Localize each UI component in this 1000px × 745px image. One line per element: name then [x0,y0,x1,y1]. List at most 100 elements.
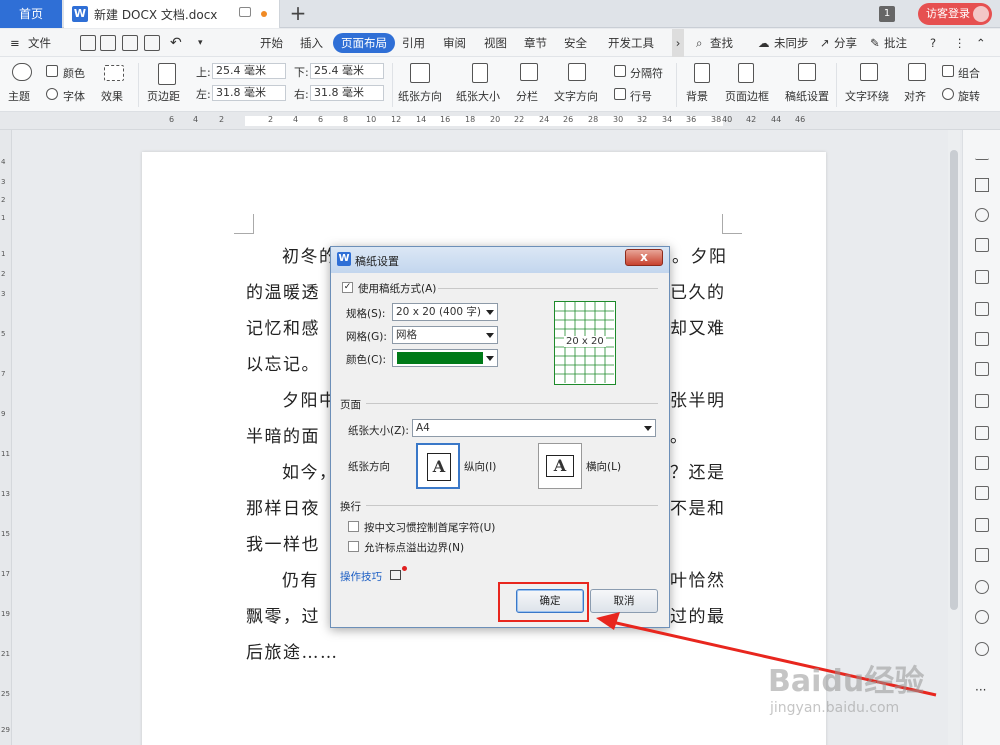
orientation-icon[interactable] [410,63,430,83]
tab-insert[interactable]: 插入 [300,29,323,57]
right-margin-input[interactable]: 31.8 毫米 [310,85,384,101]
page-border-icon[interactable] [738,63,754,83]
tab-start[interactable]: 开始 [260,29,283,57]
share-button[interactable]: 分享 [834,29,857,57]
text-direction-icon[interactable] [568,63,586,81]
columns-button[interactable]: 分栏 [516,88,538,104]
select-cursor-icon[interactable] [975,178,989,192]
margins-button[interactable]: 页边距 [147,88,180,104]
cancel-button[interactable]: 取消 [590,589,658,613]
landscape-option[interactable]: A [538,443,582,489]
image-search-icon[interactable] [975,426,989,440]
export-pdf-icon[interactable] [100,35,116,51]
save-icon[interactable] [80,35,96,51]
text-direction-button[interactable]: 文字方向 [554,88,598,104]
apps-icon[interactable] [975,332,989,346]
fonts-button[interactable]: 字体 [63,88,85,104]
line-number-button[interactable]: 行号 [630,88,652,104]
video-icon[interactable] [390,570,401,580]
print-icon[interactable] [122,35,138,51]
grid-select[interactable]: 网格 [392,326,498,344]
bottom-margin-input[interactable]: 25.4 毫米 [310,63,384,79]
text-wrap-button[interactable]: 文字环绕 [845,88,889,104]
theme-button[interactable]: 主题 [8,88,30,104]
tab-view[interactable]: 视图 [484,29,507,57]
columns-icon[interactable] [520,63,538,81]
sync-status[interactable]: 未同步 [774,29,809,57]
window-count-badge[interactable]: 1 [879,6,895,22]
separator-button[interactable]: 分隔符 [630,65,663,81]
new-tab-button[interactable]: + [288,2,308,26]
effects-icon[interactable] [104,65,124,81]
orientation-button[interactable]: 纸张方向 [398,88,442,104]
rotate-button[interactable]: 旋转 [958,88,980,104]
text-wrap-icon[interactable] [860,63,878,81]
search-button[interactable]: 查找 [710,29,733,57]
hamburger-icon[interactable]: ≡ [10,29,20,57]
history-icon[interactable] [975,610,989,624]
effects-button[interactable]: 效果 [101,88,123,104]
tab-document[interactable]: W 新建 DOCX 文档.docx [64,0,280,28]
vertical-scrollbar[interactable] [948,130,960,745]
spec-select[interactable]: 20 x 20 (400 字) [392,303,498,321]
chart-icon[interactable] [975,362,989,376]
undo-icon[interactable]: ↶ [170,29,182,57]
dialog-title-bar[interactable]: W 稿纸设置 x [331,247,669,273]
fill-icon[interactable] [975,270,989,284]
tab-security[interactable]: 安全 [564,29,587,57]
page-border-button[interactable]: 页面边框 [725,88,769,104]
tab-page-layout[interactable]: 页面布局 [333,33,395,53]
align-button[interactable]: 对齐 [904,88,926,104]
archive-icon[interactable] [975,518,989,532]
monitor-icon[interactable] [239,7,251,17]
theme-icon[interactable] [12,63,32,81]
margins-icon[interactable] [158,63,176,85]
top-margin-input[interactable]: 25.4 毫米 [212,63,286,79]
align-icon[interactable] [908,63,926,81]
translate-icon[interactable] [975,486,989,500]
tab-references[interactable]: 引用 [402,29,425,57]
visitor-login-button[interactable]: 访客登录 [918,3,992,25]
print-preview-icon[interactable] [144,35,160,51]
chinese-rules-checkbox[interactable] [348,521,359,532]
collapse-ribbon-icon[interactable]: ⌃ [976,29,986,57]
paper-size-button[interactable]: 纸张大小 [456,88,500,104]
background-button[interactable]: 背景 [686,88,708,104]
search-icon[interactable]: ⌕ [696,29,702,57]
tab-review[interactable]: 审阅 [443,29,466,57]
left-margin-input[interactable]: 31.8 毫米 [212,85,286,101]
paper-size-select[interactable]: A4 [412,419,656,437]
shapes-icon[interactable] [975,238,989,252]
paper-size-icon[interactable] [472,63,488,83]
annotate-button[interactable]: 批注 [884,29,907,57]
use-manuscript-checkbox[interactable]: ✓ [342,282,353,293]
punctuation-overflow-checkbox[interactable] [348,541,359,552]
portrait-option[interactable]: A [416,443,460,489]
colors-button[interactable]: 颜色 [63,65,85,81]
dialog-close-button[interactable]: x [625,249,663,266]
file-menu[interactable]: 文件 [28,29,51,57]
scroll-tabs-right-icon[interactable]: › [672,29,684,57]
background-icon[interactable] [694,63,710,83]
manuscript-icon[interactable] [798,63,816,81]
picture-icon[interactable] [975,548,989,562]
location-icon[interactable] [975,208,989,222]
tips-link[interactable]: 操作技巧 [340,569,382,584]
tab-home[interactable]: 首页 [0,0,62,28]
help-circle-icon[interactable] [975,642,989,656]
manuscript-button[interactable]: 稿纸设置 [785,88,829,104]
help-icon[interactable]: ? [930,29,936,57]
horizontal-ruler[interactable]: 6 4 2 2 4 6 8 10 12 14 16 18 20 22 24 26… [0,112,1000,130]
scrollbar-thumb[interactable] [950,150,958,610]
more-dots-icon[interactable]: ··· [975,684,989,700]
pen-icon[interactable] [975,146,989,160]
edit-export-icon[interactable] [975,456,989,470]
settings-sliders-icon[interactable] [975,394,989,408]
vertical-ruler[interactable]: 4 3 2 1 1 2 3 5 7 9 11 13 15 17 19 21 25… [0,130,12,745]
more-icon[interactable]: ⋮ [954,29,966,57]
customize-dropdown-icon[interactable]: ▾ [198,29,203,57]
tab-developer[interactable]: 开发工具 [608,29,654,57]
tab-sections[interactable]: 章节 [524,29,547,57]
color-select[interactable] [392,349,498,367]
shield-icon[interactable] [975,580,989,594]
